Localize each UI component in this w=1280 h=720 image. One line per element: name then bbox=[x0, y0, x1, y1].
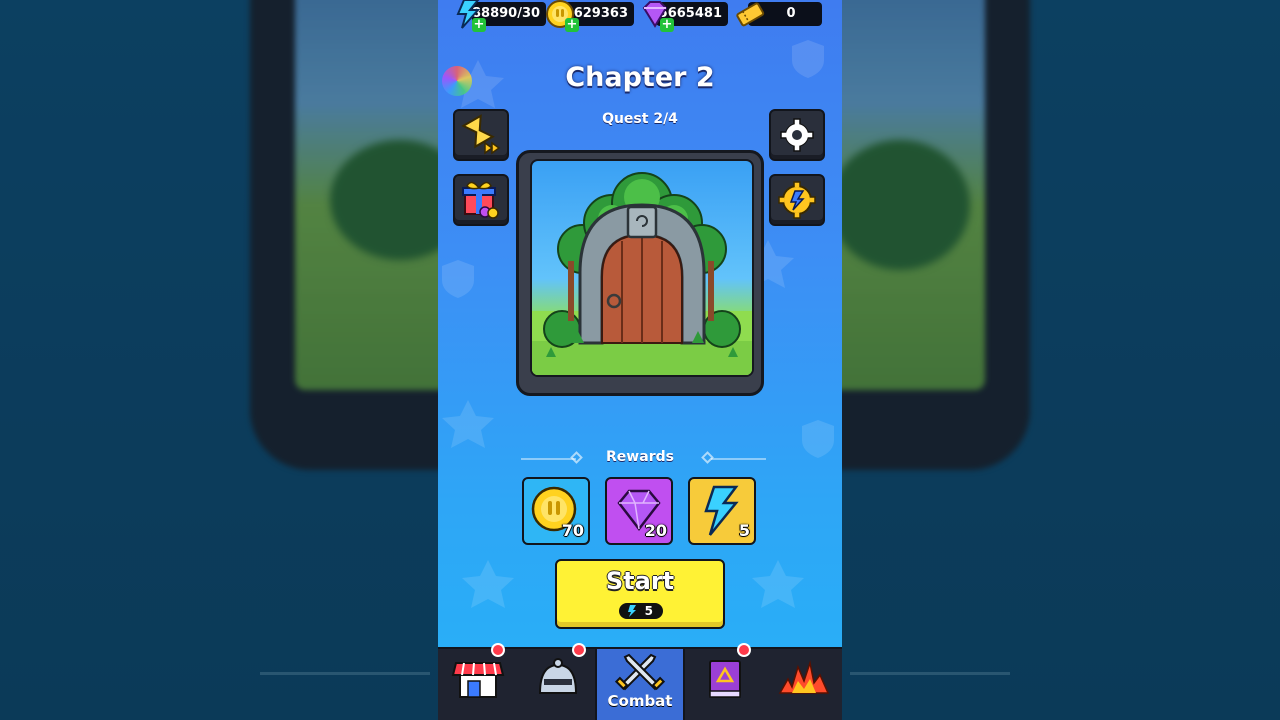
nav-combat[interactable]: Combat bbox=[595, 649, 685, 720]
start-button[interactable]: Start 5 bbox=[555, 559, 725, 629]
settings-button[interactable] bbox=[769, 109, 825, 161]
reward-coin-amount: 70 bbox=[561, 521, 584, 540]
fire-icon bbox=[778, 660, 830, 694]
speedup-button[interactable] bbox=[453, 109, 509, 161]
gear-icon bbox=[780, 118, 814, 152]
notification-dot bbox=[491, 643, 505, 657]
ticket-icon bbox=[736, 2, 765, 27]
chapter-scene-card[interactable] bbox=[516, 150, 764, 396]
chapter-title: Chapter 2 bbox=[565, 62, 715, 93]
nav-shop[interactable] bbox=[438, 643, 518, 720]
start-energy-cost: 5 bbox=[619, 603, 663, 619]
nav-equipment[interactable] bbox=[518, 643, 598, 720]
crossed-swords-icon bbox=[614, 653, 666, 691]
start-cost-value: 5 bbox=[644, 604, 653, 618]
nav-combat-label: Combat bbox=[607, 692, 673, 710]
reward-coin[interactable]: 70 bbox=[522, 477, 590, 545]
reward-gem-amount: 20 bbox=[644, 521, 667, 540]
energy-gear-icon bbox=[778, 181, 816, 219]
ticket-value: 0 bbox=[786, 6, 796, 21]
spellbook-icon bbox=[709, 660, 741, 698]
gift-box-icon bbox=[462, 181, 499, 219]
notification-dot bbox=[572, 643, 586, 657]
nav-event[interactable] bbox=[764, 649, 842, 720]
helmet-icon bbox=[538, 658, 578, 694]
reward-energy-amount: 5 bbox=[738, 521, 750, 540]
rewards-divider-right bbox=[711, 458, 766, 460]
add-energy-button[interactable]: + bbox=[472, 18, 486, 32]
reward-energy[interactable]: 5 bbox=[688, 477, 756, 545]
rewards-label: Rewards bbox=[606, 449, 674, 465]
bottom-navigation: Combat bbox=[438, 643, 842, 720]
energy-bolt-icon bbox=[628, 605, 636, 617]
add-gems-button[interactable]: + bbox=[660, 18, 674, 32]
gift-button[interactable] bbox=[453, 174, 509, 226]
start-label: Start bbox=[605, 567, 675, 595]
chapter-scene-image bbox=[530, 159, 754, 377]
energy-boost-button[interactable] bbox=[769, 174, 825, 226]
nav-book[interactable] bbox=[685, 643, 765, 720]
stone-gate-illustration bbox=[532, 172, 752, 375]
shop-icon bbox=[451, 662, 505, 698]
add-coins-button[interactable]: + bbox=[565, 18, 579, 32]
game-screen: 88890/30 + 3629363 + 5665481 + 0 Chapter… bbox=[438, 0, 842, 720]
reward-gem[interactable]: 20 bbox=[605, 477, 673, 545]
notification-dot bbox=[737, 643, 751, 657]
resource-bar: 88890/30 + 3629363 + 5665481 + 0 bbox=[438, 0, 842, 32]
hourglass-fast-forward-icon bbox=[461, 114, 501, 155]
